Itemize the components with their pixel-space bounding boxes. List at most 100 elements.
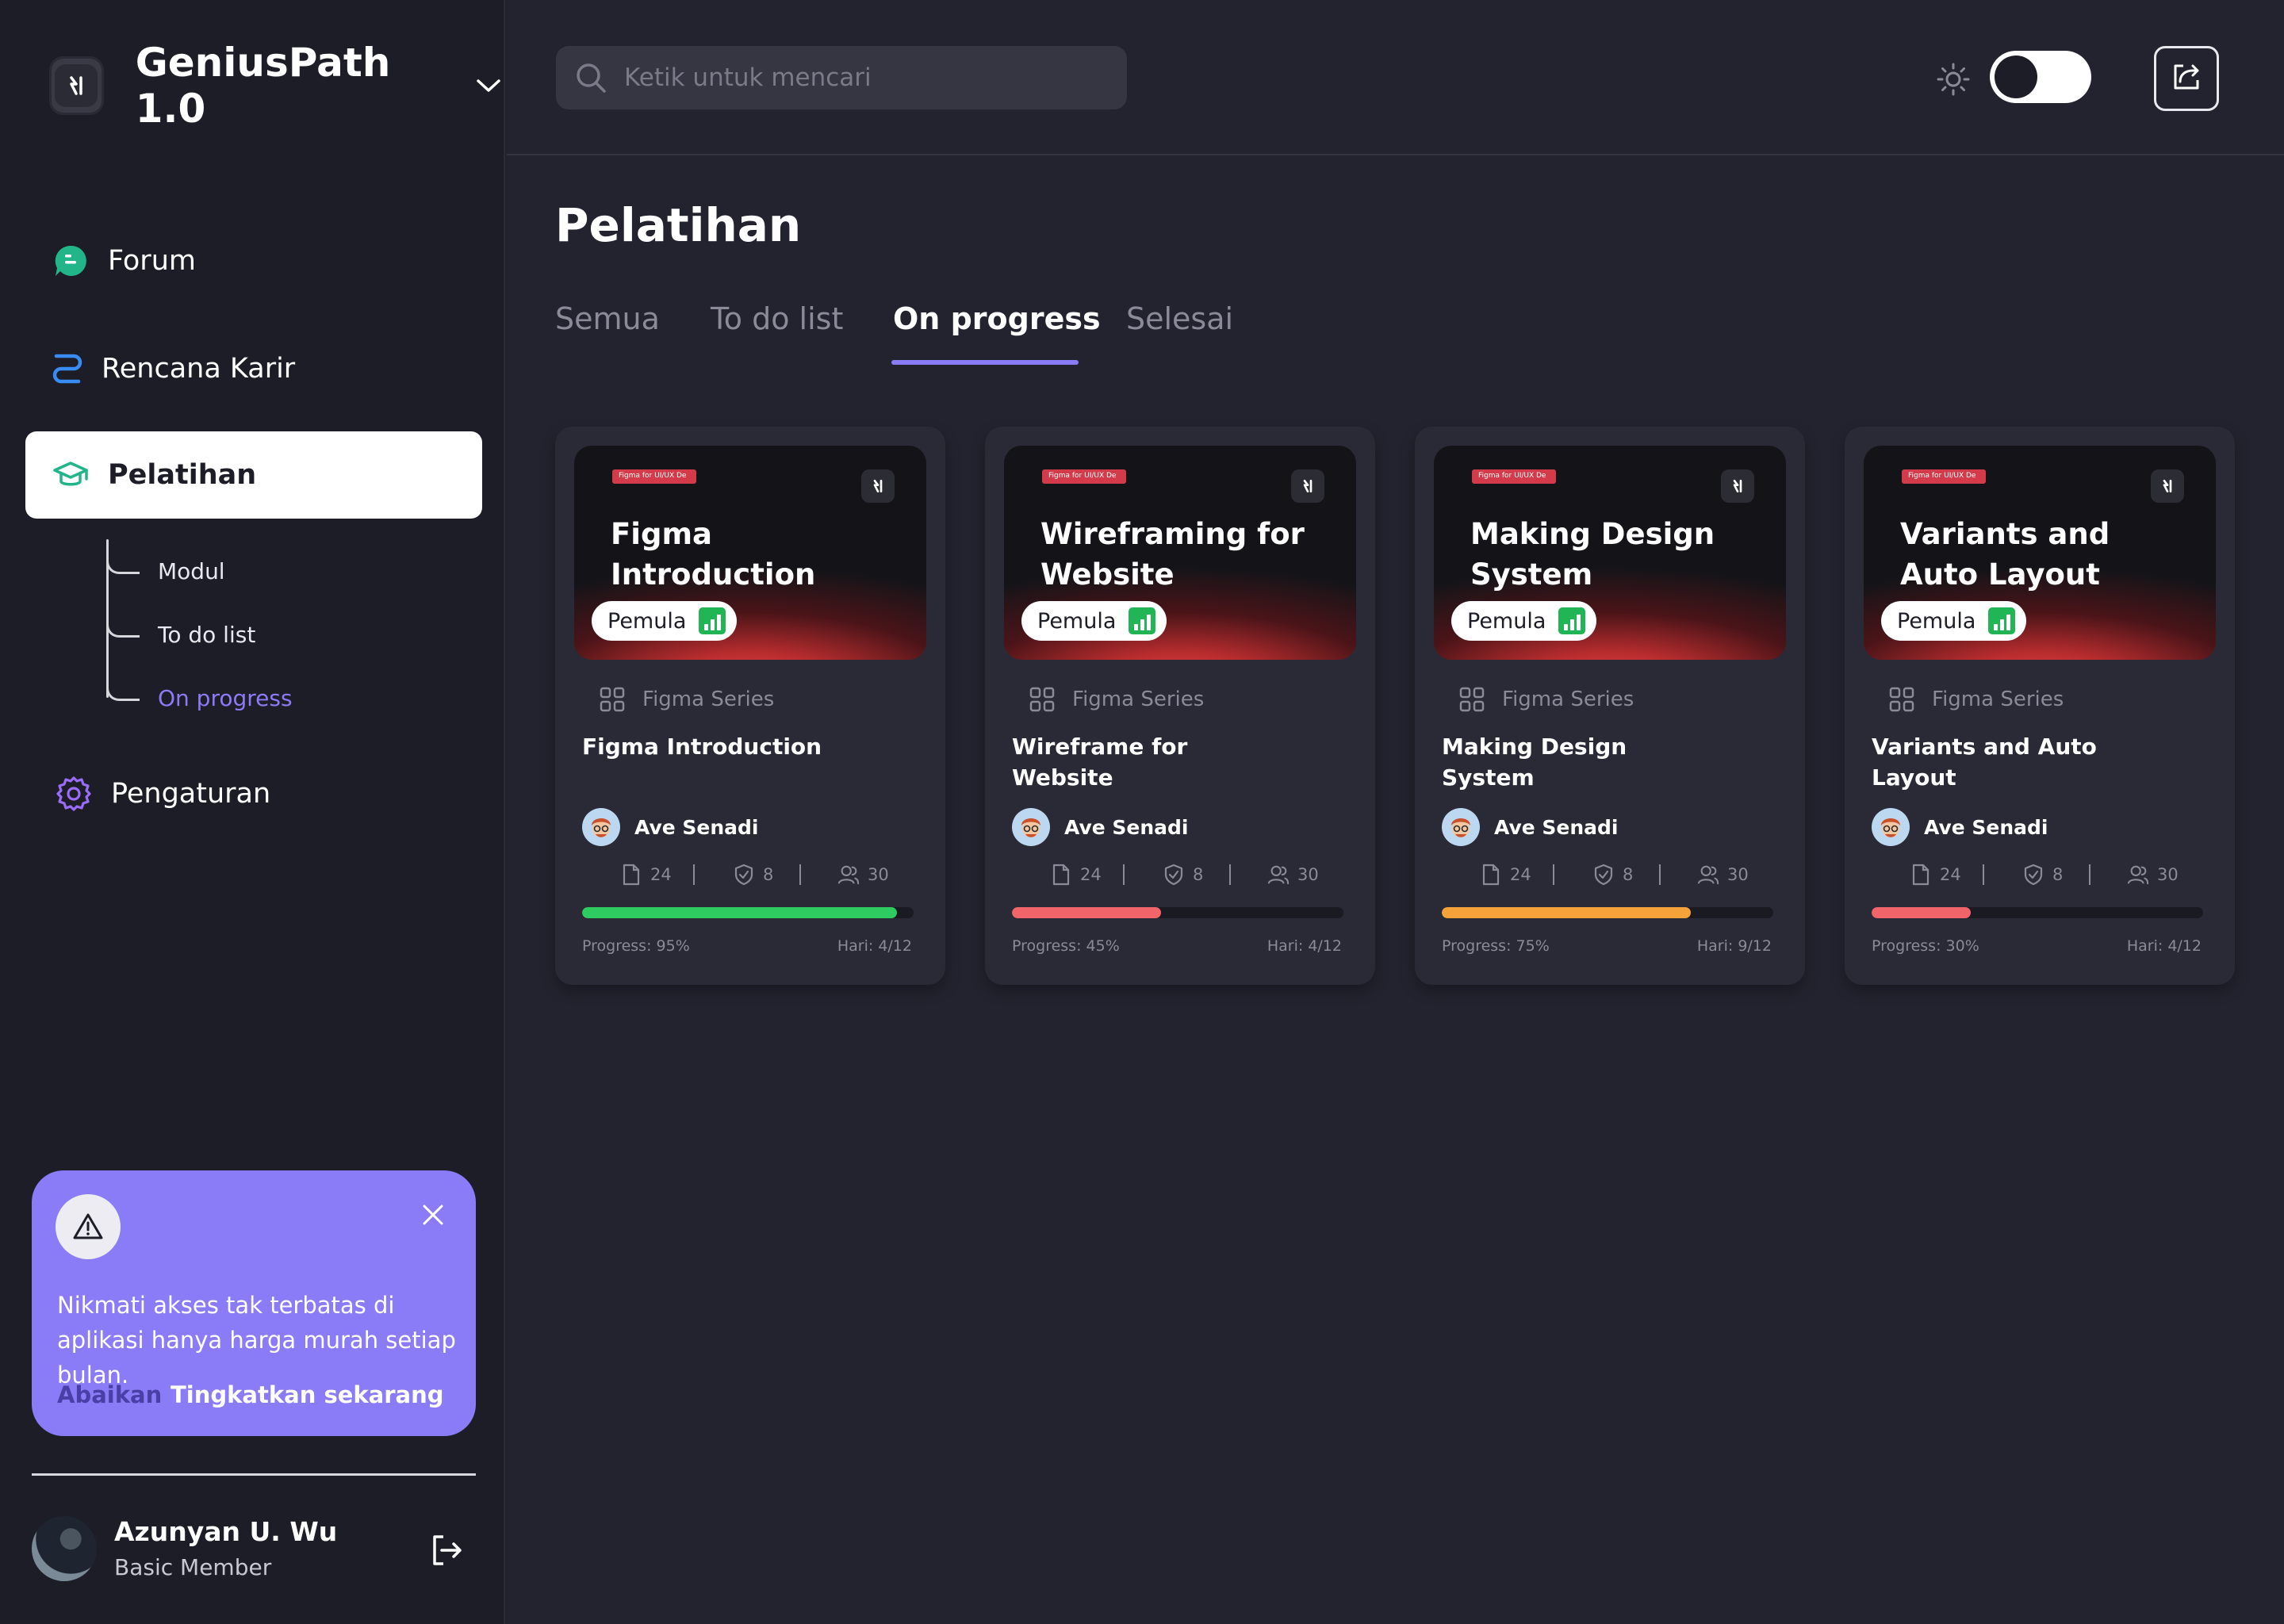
progress-fill bbox=[1442, 907, 1691, 918]
progress-fill bbox=[1872, 907, 1972, 918]
course-series: Figma Series bbox=[1012, 684, 1204, 715]
grid-icon bbox=[600, 687, 625, 712]
sidebar-item-training[interactable]: Pelatihan bbox=[25, 431, 482, 519]
files-count: 24 bbox=[1080, 865, 1102, 884]
grid-icon bbox=[1029, 687, 1055, 712]
user-profile[interactable]: Azunyan U. Wu Basic Member bbox=[32, 1516, 476, 1581]
tree-branch bbox=[106, 547, 140, 574]
users-icon bbox=[1697, 864, 1719, 886]
course-card[interactable]: Figma for UI/UX Design Making Design Sys… bbox=[1415, 427, 1805, 985]
sidebar-item-label: Rencana Karir bbox=[102, 353, 296, 385]
course-title: Variants and Auto Layout bbox=[1872, 733, 2097, 791]
stat-separator bbox=[1659, 864, 1661, 885]
route-icon bbox=[48, 349, 87, 389]
avatar bbox=[1872, 808, 1910, 846]
quizzes-stat: 8 bbox=[725, 861, 773, 888]
tab-all[interactable]: Semua bbox=[555, 301, 660, 336]
subnav-item-module[interactable]: Modul bbox=[106, 547, 439, 590]
bar-chart-icon bbox=[1988, 607, 2016, 634]
app-name: GeniusPath 1.0 bbox=[135, 40, 391, 132]
upgrade-button[interactable]: Tingkatkan sekarang bbox=[171, 1381, 444, 1408]
thumbnail-title: Variants and Auto Layout bbox=[1900, 517, 2110, 592]
thumbnail-tag-text: Figma for UI/UX Design bbox=[1908, 472, 1976, 480]
subnav-label: Modul bbox=[158, 558, 225, 584]
learners-count: 30 bbox=[868, 865, 889, 884]
course-title: Making Design System bbox=[1442, 733, 1627, 791]
app-logo-icon bbox=[2151, 469, 2184, 503]
course-card[interactable]: Figma for UI/UX Design Variants and Auto… bbox=[1845, 427, 2235, 985]
search-bar[interactable] bbox=[556, 46, 1127, 109]
subnav-item-todo[interactable]: To do list bbox=[106, 611, 439, 653]
quizzes-count: 8 bbox=[2052, 865, 2064, 884]
search-input[interactable] bbox=[624, 63, 1100, 92]
users-icon bbox=[2127, 864, 2149, 886]
progress-fill bbox=[1012, 907, 1162, 918]
learners-count: 30 bbox=[1297, 865, 1319, 884]
app-logo-icon bbox=[1721, 469, 1754, 503]
gear-icon bbox=[54, 774, 94, 814]
course-title: Figma Introduction bbox=[582, 733, 822, 760]
course-author: Ave Senadi bbox=[1012, 807, 1189, 847]
bar-chart-icon bbox=[1129, 607, 1156, 634]
document-icon bbox=[1910, 864, 1932, 886]
bar-chart-icon bbox=[699, 607, 726, 634]
chevron-down-icon[interactable] bbox=[474, 70, 504, 102]
subnav-label: To do list bbox=[158, 622, 256, 648]
level-badge: Pemula bbox=[1451, 601, 1597, 641]
tab-todo[interactable]: To do list bbox=[711, 301, 843, 336]
avatar bbox=[1012, 808, 1050, 846]
stat-separator bbox=[1123, 864, 1125, 885]
files-stat: 24 bbox=[1042, 861, 1102, 888]
upgrade-message: Nikmati akses tak terbatas di aplikasi h… bbox=[57, 1292, 456, 1388]
thumbnail-tag-text: Figma for UI/UX Design bbox=[1048, 472, 1117, 480]
series-label: Figma Series bbox=[642, 688, 775, 711]
author-name: Ave Senadi bbox=[1494, 815, 1619, 839]
progress-bar bbox=[1442, 907, 1773, 918]
course-stats: 24 8 30 bbox=[1012, 861, 1345, 888]
training-subnav: Modul To do list On progress bbox=[106, 539, 471, 711]
subnav-item-on-progress[interactable]: On progress bbox=[106, 674, 439, 717]
series-label: Figma Series bbox=[1072, 688, 1205, 711]
avatar bbox=[582, 808, 620, 846]
thumbnail-title: Wireframing for Website bbox=[1040, 517, 1305, 592]
tab-on-progress[interactable]: On progress bbox=[893, 301, 1101, 336]
stat-separator bbox=[693, 864, 695, 885]
learners-stat: 30 bbox=[1689, 861, 1749, 888]
top-bar bbox=[507, 0, 2284, 155]
sidebar-item-career-plan[interactable]: Rencana Karir bbox=[25, 325, 482, 412]
avatar bbox=[32, 1516, 97, 1581]
close-icon[interactable] bbox=[417, 1199, 449, 1231]
learners-stat: 30 bbox=[1259, 861, 1319, 888]
workspace-switcher[interactable]: GeniusPath 1.0 bbox=[49, 40, 504, 132]
quizzes-stat: 8 bbox=[1155, 861, 1203, 888]
sidebar-item-forum[interactable]: Forum bbox=[25, 217, 482, 304]
warning-icon bbox=[56, 1194, 121, 1259]
course-series: Figma Series bbox=[582, 684, 774, 715]
theme-toggle[interactable] bbox=[1990, 51, 2091, 103]
course-card[interactable]: Figma for UI/UX Design Figma Introductio… bbox=[555, 427, 945, 985]
search-icon bbox=[573, 60, 608, 95]
shield-check-icon bbox=[733, 864, 755, 886]
course-stats: 24 8 30 bbox=[1872, 861, 2205, 888]
thumbnail-tag-text: Figma for UI/UX Design bbox=[619, 472, 687, 480]
users-icon bbox=[1267, 864, 1290, 886]
learners-stat: 30 bbox=[2119, 861, 2179, 888]
progress-bar bbox=[1872, 907, 2203, 918]
tab-completed[interactable]: Selesai bbox=[1126, 301, 1233, 336]
course-stats: 24 8 30 bbox=[1442, 861, 1775, 888]
course-card[interactable]: Figma for UI/UX Design Wireframing for W… bbox=[985, 427, 1375, 985]
sidebar-item-settings[interactable]: Pengaturan bbox=[25, 750, 482, 837]
quizzes-count: 8 bbox=[763, 865, 774, 884]
series-label: Figma Series bbox=[1502, 688, 1634, 711]
app-logo-icon bbox=[1291, 469, 1324, 503]
series-label: Figma Series bbox=[1932, 688, 2064, 711]
logout-icon[interactable] bbox=[428, 1532, 465, 1568]
stat-separator bbox=[1553, 864, 1554, 885]
thumbnail-title: Figma Introduction bbox=[611, 517, 816, 592]
progress-bar bbox=[582, 907, 914, 918]
quizzes-stat: 8 bbox=[2014, 861, 2063, 888]
thumbnail-tag: Figma for UI/UX Design bbox=[612, 469, 696, 484]
course-series: Figma Series bbox=[1872, 684, 2064, 715]
share-button[interactable] bbox=[2154, 46, 2219, 111]
dismiss-button[interactable]: Abaikan bbox=[57, 1381, 162, 1408]
